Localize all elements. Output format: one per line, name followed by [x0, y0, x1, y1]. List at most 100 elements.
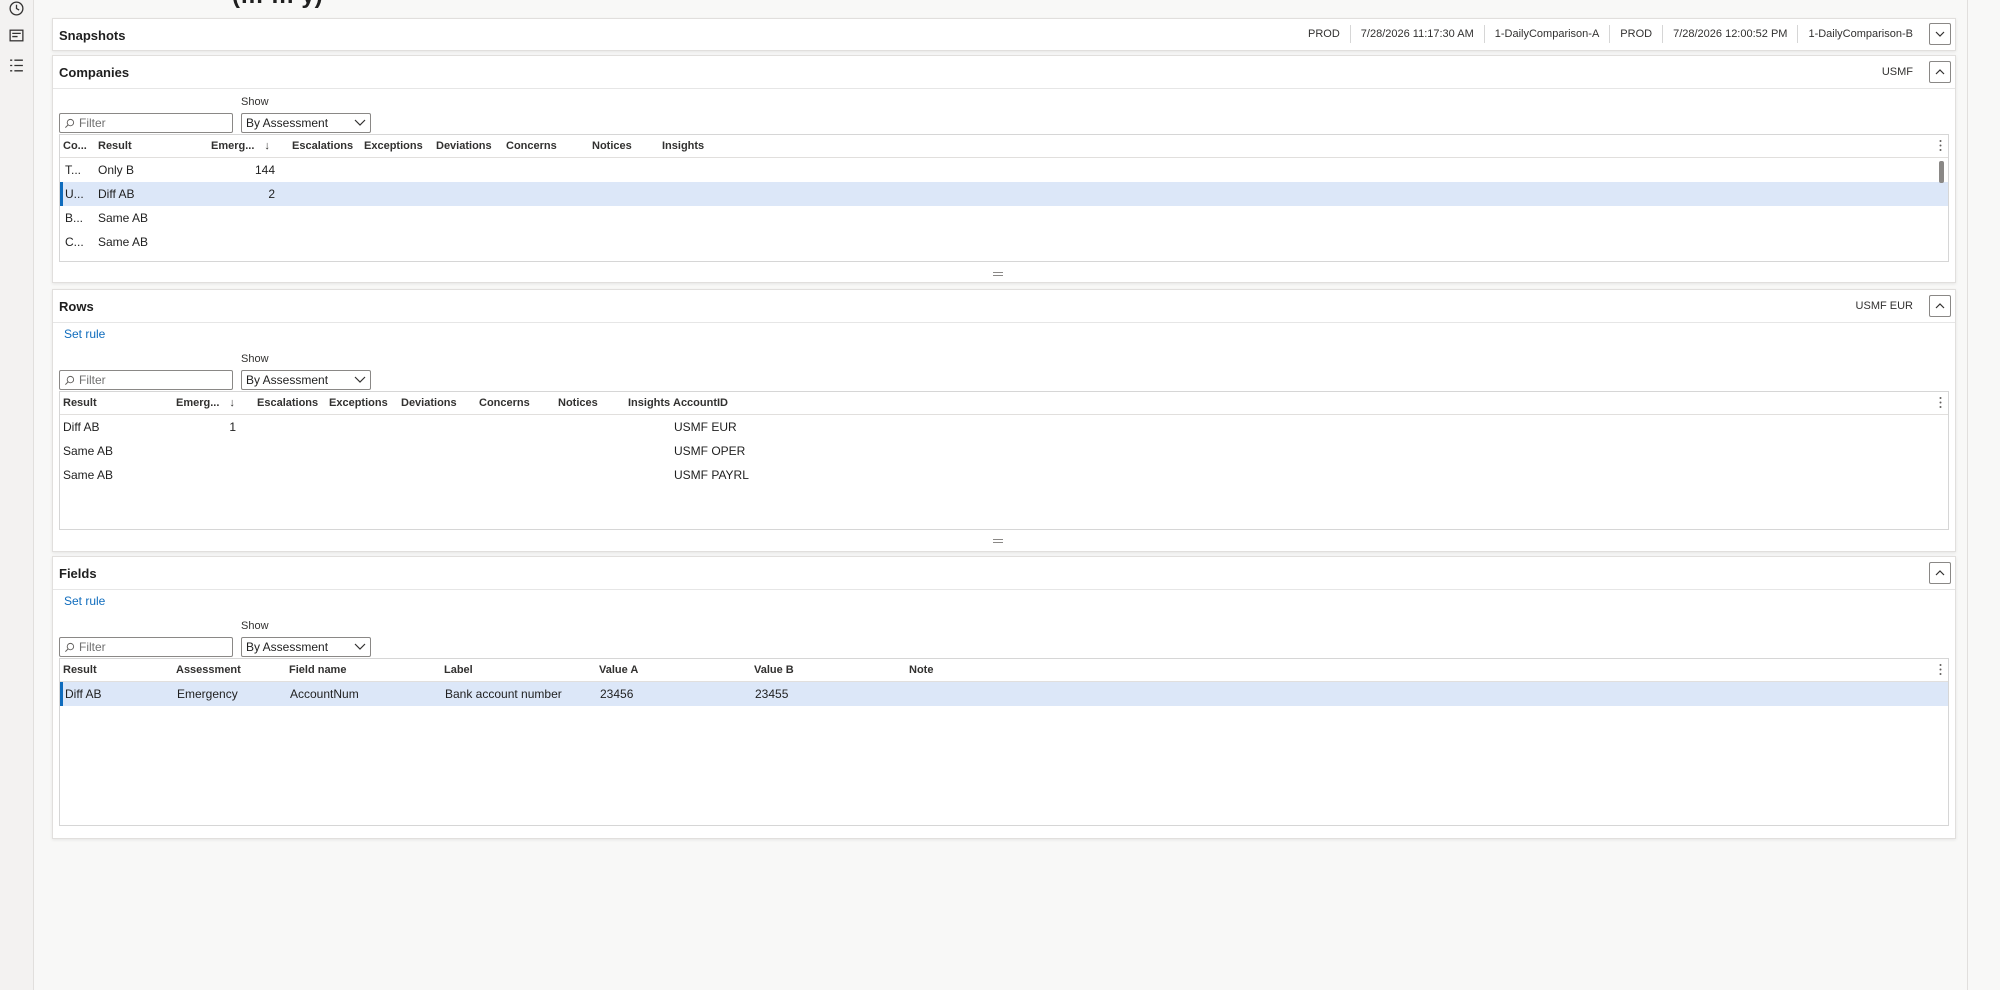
- col-exceptions[interactable]: Exceptions: [364, 135, 423, 157]
- col-notices[interactable]: Notices: [592, 135, 632, 157]
- expand-snapshots-button[interactable]: [1929, 23, 1951, 45]
- vertical-scrollbar[interactable]: [1939, 161, 1944, 183]
- rows-grid-header: Result Emerg... ↓ Escalations Exceptions …: [60, 392, 1948, 415]
- col-result[interactable]: Result: [63, 659, 97, 681]
- fields-grid-header: Result Assessment Field name Label Value…: [60, 659, 1948, 682]
- fields-show-select[interactable]: By Assessment: [241, 637, 371, 657]
- table-row-selected[interactable]: U... Diff AB 2: [60, 182, 1948, 206]
- history-icon[interactable]: [8, 0, 25, 17]
- list-icon[interactable]: [8, 57, 25, 74]
- col-note[interactable]: Note: [909, 659, 933, 681]
- snapshot-a-env: PROD: [1308, 28, 1340, 40]
- companies-card: Companies USMF Show By Assessment Co... …: [52, 55, 1956, 283]
- fields-card: Fields Set rule Show By Assessment Resul…: [52, 556, 1956, 839]
- more-options-icon[interactable]: [1939, 396, 1942, 409]
- snapshots-title: Snapshots: [59, 28, 126, 43]
- table-row[interactable]: B... Same AB: [60, 206, 1948, 230]
- snapshots-info: PROD 7/28/2026 11:17:30 AM 1-DailyCompar…: [1298, 23, 1951, 45]
- sort-down-icon: ↓: [264, 140, 270, 152]
- table-row[interactable]: Diff AB 1 USMF EUR: [60, 415, 1948, 439]
- col-escalations[interactable]: Escalations: [292, 135, 353, 157]
- companies-show-select[interactable]: By Assessment: [241, 113, 371, 133]
- cell-account-id: USMF PAYRL: [674, 468, 749, 482]
- col-concerns[interactable]: Concerns: [479, 392, 530, 414]
- collapse-companies-button[interactable]: [1929, 61, 1951, 83]
- col-emergency-label: Emerg...: [211, 140, 255, 152]
- more-options-icon[interactable]: [1939, 663, 1942, 676]
- cell-result: Same AB: [98, 235, 149, 249]
- chevron-up-icon: [1935, 570, 1945, 576]
- col-deviations[interactable]: Deviations: [436, 135, 492, 157]
- col-escalations[interactable]: Escalations: [257, 392, 318, 414]
- rows-set-rule-link[interactable]: Set rule: [64, 327, 105, 341]
- col-assessment[interactable]: Assessment: [176, 659, 241, 681]
- companies-filter[interactable]: [59, 113, 233, 133]
- rows-filter-input[interactable]: [79, 373, 219, 387]
- snapshot-b-time: 7/28/2026 12:00:52 PM: [1662, 25, 1797, 43]
- rows-resize-handle[interactable]: [993, 539, 1003, 543]
- fields-set-rule-link[interactable]: Set rule: [64, 594, 105, 608]
- col-result[interactable]: Result: [98, 135, 132, 157]
- fields-filter-input[interactable]: [79, 640, 219, 654]
- cell-emergency: 1: [229, 420, 236, 434]
- col-result[interactable]: Result: [63, 392, 97, 414]
- snapshots-card: Snapshots PROD 7/28/2026 11:17:30 AM 1-D…: [52, 18, 1956, 51]
- cell-account-id: USMF EUR: [674, 420, 737, 434]
- fields-grid: Result Assessment Field name Label Value…: [59, 658, 1949, 826]
- col-insights[interactable]: Insights: [662, 135, 704, 157]
- left-nav: [0, 0, 34, 990]
- cell-result: Only B: [98, 163, 135, 177]
- col-insights[interactable]: Insights: [628, 392, 670, 414]
- fields-header: Fields: [53, 557, 1955, 590]
- fields-filter[interactable]: [59, 637, 233, 657]
- table-row-selected[interactable]: Diff AB Emergency AccountNum Bank accoun…: [60, 682, 1948, 706]
- fields-title: Fields: [59, 566, 97, 581]
- form-icon[interactable]: [8, 27, 25, 44]
- cell-result: Diff AB: [63, 420, 100, 434]
- rows-show-label: Show: [241, 353, 269, 365]
- col-account-id[interactable]: AccountID: [673, 392, 728, 414]
- rows-show-select[interactable]: By Assessment: [241, 370, 371, 390]
- table-row[interactable]: Same AB USMF PAYRL: [60, 463, 1948, 487]
- more-options-icon[interactable]: [1939, 139, 1942, 152]
- cell-result: Not assessed: [98, 254, 171, 261]
- col-value-a[interactable]: Value A: [599, 659, 638, 681]
- rows-filter[interactable]: [59, 370, 233, 390]
- table-row[interactable]: Same AB USMF OPER: [60, 439, 1948, 463]
- collapse-rows-button[interactable]: [1929, 295, 1951, 317]
- cell-label: Bank account number: [445, 687, 562, 701]
- collapse-fields-button[interactable]: [1929, 562, 1951, 584]
- table-row[interactable]: D... Not assessed: [60, 254, 1948, 261]
- companies-show-label: Show: [241, 96, 269, 108]
- cell-result: Diff AB: [65, 687, 102, 701]
- col-concerns[interactable]: Concerns: [506, 135, 557, 157]
- cell-emergency: 144: [254, 163, 275, 177]
- companies-resize-handle[interactable]: [993, 272, 1003, 276]
- companies-header-right: USMF: [1882, 61, 1951, 83]
- companies-filter-input[interactable]: [79, 116, 219, 130]
- col-value-b[interactable]: Value B: [754, 659, 794, 681]
- companies-grid: Co... Result Emerg... ↓ Escalations Excep…: [59, 134, 1949, 262]
- rows-header: Rows USMF EUR: [53, 290, 1955, 323]
- col-exceptions[interactable]: Exceptions: [329, 392, 388, 414]
- col-label[interactable]: Label: [444, 659, 473, 681]
- right-divider: [1967, 0, 1968, 990]
- fields-show-value: By Assessment: [246, 640, 329, 654]
- cell-result: Same AB: [63, 444, 114, 458]
- col-notices[interactable]: Notices: [558, 392, 598, 414]
- col-company[interactable]: Co...: [63, 135, 87, 157]
- cell-result: Same AB: [98, 211, 149, 225]
- col-emergency[interactable]: Emerg... ↓: [211, 135, 270, 157]
- companies-summary: USMF: [1881, 66, 1913, 78]
- chevron-down-icon: [354, 643, 366, 650]
- page-title: (… … y): [232, 0, 323, 10]
- snapshot-a-time: 7/28/2026 11:17:30 AM: [1349, 25, 1484, 43]
- fields-show-label: Show: [241, 620, 269, 632]
- col-deviations[interactable]: Deviations: [401, 392, 457, 414]
- search-icon: [65, 118, 75, 128]
- cell-company: U...: [65, 187, 84, 201]
- col-emergency[interactable]: Emerg... ↓: [176, 392, 235, 414]
- table-row[interactable]: C... Same AB: [60, 230, 1948, 254]
- col-field-name[interactable]: Field name: [289, 659, 346, 681]
- table-row[interactable]: T... Only B 144: [60, 158, 1948, 182]
